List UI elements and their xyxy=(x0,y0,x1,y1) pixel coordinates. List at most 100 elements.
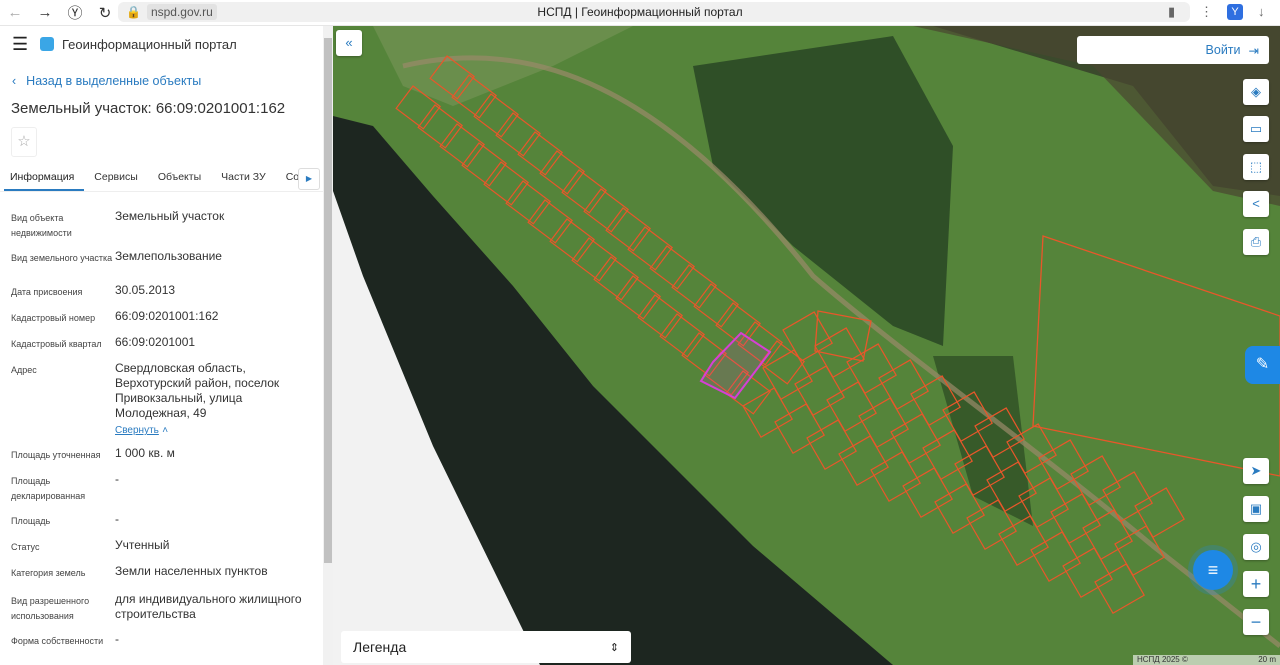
hamburger-menu-icon[interactable]: ☰ xyxy=(12,34,40,55)
attribute-value: Учтенный xyxy=(115,538,170,556)
attribute-value: 66:09:0201001:162 xyxy=(115,309,218,327)
chat-button[interactable]: ≡ xyxy=(1193,550,1233,590)
attribute-value: Землепользование xyxy=(115,249,222,275)
attribute-value: - xyxy=(115,632,119,649)
attribute-value: 1 000 кв. м xyxy=(115,446,175,464)
attribute-label: Площадь декларированная xyxy=(11,476,86,501)
attribute-value: для индивидуального жилищного строительс… xyxy=(115,592,316,624)
legend-dropdown[interactable]: Легенда ⇕ xyxy=(341,631,631,663)
browser-toolbar: ← → Ⓨ ↻ 🔒 nspd.gov.ru НСПД | Геоинформаци… xyxy=(0,0,1280,26)
scale-label: 20 m xyxy=(1258,655,1276,664)
attribute-label: Форма собственности xyxy=(11,636,104,646)
attribute-value-text: - xyxy=(115,512,119,526)
attribute-label: Адрес xyxy=(11,365,37,375)
info-panel: ☰ Геоинформационный портал ‹ Назад в выде… xyxy=(0,26,333,665)
legend-label: Легенда xyxy=(353,639,407,655)
attribute-row: Площадь уточненная 1 000 кв. м xyxy=(11,446,316,464)
attribute-label: Площадь уточненная xyxy=(11,450,101,460)
attribute-row: Адрес Свердловская область, Верхотурский … xyxy=(11,361,316,438)
tab-objects[interactable]: Объекты xyxy=(148,166,211,191)
yandex-icon[interactable]: Ⓨ xyxy=(60,2,90,23)
attribute-value: - xyxy=(115,472,119,504)
tab-bar: Информация Сервисы Объекты Части ЗУ Сост… xyxy=(0,166,323,192)
favorite-star-icon[interactable]: ☆ xyxy=(11,127,37,157)
attribute-value-text: - xyxy=(115,632,119,646)
login-button[interactable]: Войти ⇥ xyxy=(1077,36,1269,64)
print-icon[interactable]: ⎙ xyxy=(1243,229,1269,255)
share-icon[interactable]: < xyxy=(1243,191,1269,217)
attribute-row: Кадастровый квартал 66:09:0201001 xyxy=(11,335,316,353)
attribute-row: Вид разрешенного использования для индиви… xyxy=(11,592,316,624)
attribute-row: Вид земельного участка Землепользование xyxy=(11,249,316,275)
area-select-icon[interactable]: ⬚ xyxy=(1243,154,1269,180)
tab-services[interactable]: Сервисы xyxy=(84,166,148,191)
chevron-left-icon: ‹ xyxy=(12,74,17,88)
attribute-label: Статус xyxy=(11,542,40,552)
attribute-row: Категория земель Земли населенных пунктов xyxy=(11,564,316,584)
attribute-value-text: Свердловская область, Верхотурский район… xyxy=(115,361,280,420)
map-view[interactable]: « Войти ⇥ ◈ ▭ ⬚ < ⎙ ✎ ➤ ▣ ◎ + − ≡ Легенда… xyxy=(333,26,1280,665)
bookmark-icon[interactable]: ▮ xyxy=(1168,4,1175,20)
url-text: nspd.gov.ru xyxy=(146,4,217,20)
satellite-map xyxy=(333,26,1280,665)
attribute-value-text: 66:09:0201001:162 xyxy=(115,309,219,323)
yandex-extension-icon[interactable]: Y xyxy=(1227,4,1243,20)
attribute-value-text: Землепользование xyxy=(115,249,222,263)
portal-logo-icon xyxy=(40,37,54,51)
chevron-up-icon: ˄ xyxy=(162,425,169,436)
attribute-value-text: 30.05.2013 xyxy=(115,283,176,297)
ruler-icon[interactable]: ▭ xyxy=(1243,116,1269,142)
collapse-link[interactable]: Свернуть xyxy=(115,423,159,438)
geolocation-icon[interactable]: ➤ xyxy=(1243,458,1269,484)
attribute-value-text: - xyxy=(115,472,119,486)
attribute-label: Площадь xyxy=(11,516,51,526)
attribute-value: Свердловская область, Верхотурский район… xyxy=(115,361,316,438)
attribute-value: Земли населенных пунктов xyxy=(115,564,268,584)
minimap-icon[interactable]: ▣ xyxy=(1243,496,1269,522)
map-attribution: НСПД 2025 © 20 m xyxy=(1133,655,1280,665)
feedback-tab-icon[interactable]: ✎ xyxy=(1245,346,1280,384)
attribute-label: Дата присвоения xyxy=(11,287,83,297)
location-search-icon[interactable]: ◎ xyxy=(1243,534,1269,560)
attribute-row: Площадь - xyxy=(11,512,316,530)
object-title: Земельный участок: 66:09:0201001:162 xyxy=(11,100,286,117)
attribute-value: Земельный участок xyxy=(115,209,224,241)
chevron-updown-icon: ⇕ xyxy=(609,641,619,654)
back-icon[interactable]: ← xyxy=(0,4,30,21)
zoom-out-button[interactable]: − xyxy=(1243,609,1269,635)
attribute-value: 66:09:0201001 xyxy=(115,335,195,353)
layers-icon[interactable]: ◈ xyxy=(1243,79,1269,105)
back-label: Назад в выделенные объекты xyxy=(26,74,202,88)
attribute-label: Вид земельного участка xyxy=(11,253,113,263)
collapse-panel-button[interactable]: « xyxy=(336,30,362,56)
attribute-value-text: Учтенный xyxy=(115,538,170,552)
attribute-row: Вид объекта недвижимости Земельный участо… xyxy=(11,209,316,241)
forward-icon[interactable]: → xyxy=(30,4,60,21)
tab-information[interactable]: Информация xyxy=(4,166,85,191)
tabs-next-button[interactable]: ▶ xyxy=(298,168,320,190)
panel-scrollbar[interactable] xyxy=(323,26,333,665)
attribute-value: 30.05.2013 xyxy=(115,283,175,301)
attribute-value-text: Земли населенных пунктов xyxy=(115,564,268,578)
tab-parts[interactable]: Части ЗУ xyxy=(211,166,276,191)
back-to-selected-link[interactable]: ‹ Назад в выделенные объекты xyxy=(12,74,201,88)
attribute-label: Кадастровый номер xyxy=(11,313,96,323)
attribute-row: Площадь декларированная - xyxy=(11,472,316,504)
attribute-label: Категория земель xyxy=(11,568,86,578)
scrollbar-thumb[interactable] xyxy=(324,38,332,563)
attribute-label: Вид объекта недвижимости xyxy=(11,213,72,238)
zoom-in-button[interactable]: + xyxy=(1243,571,1269,597)
brand-title: Геоинформационный портал xyxy=(62,36,237,52)
attribute-label: Вид разрешенного использования xyxy=(11,596,90,621)
attribute-label: Кадастровый квартал xyxy=(11,339,102,349)
address-bar[interactable]: 🔒 nspd.gov.ru xyxy=(118,2,1190,22)
login-label: Войти xyxy=(1205,43,1241,57)
attribute-value-text: для индивидуального жилищного строительс… xyxy=(115,592,302,621)
reload-icon[interactable]: ↻ xyxy=(90,4,120,22)
download-icon[interactable]: ↓ xyxy=(1258,4,1265,19)
attribute-list: Вид объекта недвижимости Земельный участо… xyxy=(11,209,316,657)
attribution-text: НСПД 2025 © xyxy=(1137,655,1188,664)
attribute-value-text: Земельный участок xyxy=(115,209,225,223)
attribute-value-text: 66:09:0201001 xyxy=(115,335,196,349)
menu-icon[interactable]: ⋮ xyxy=(1200,4,1213,20)
